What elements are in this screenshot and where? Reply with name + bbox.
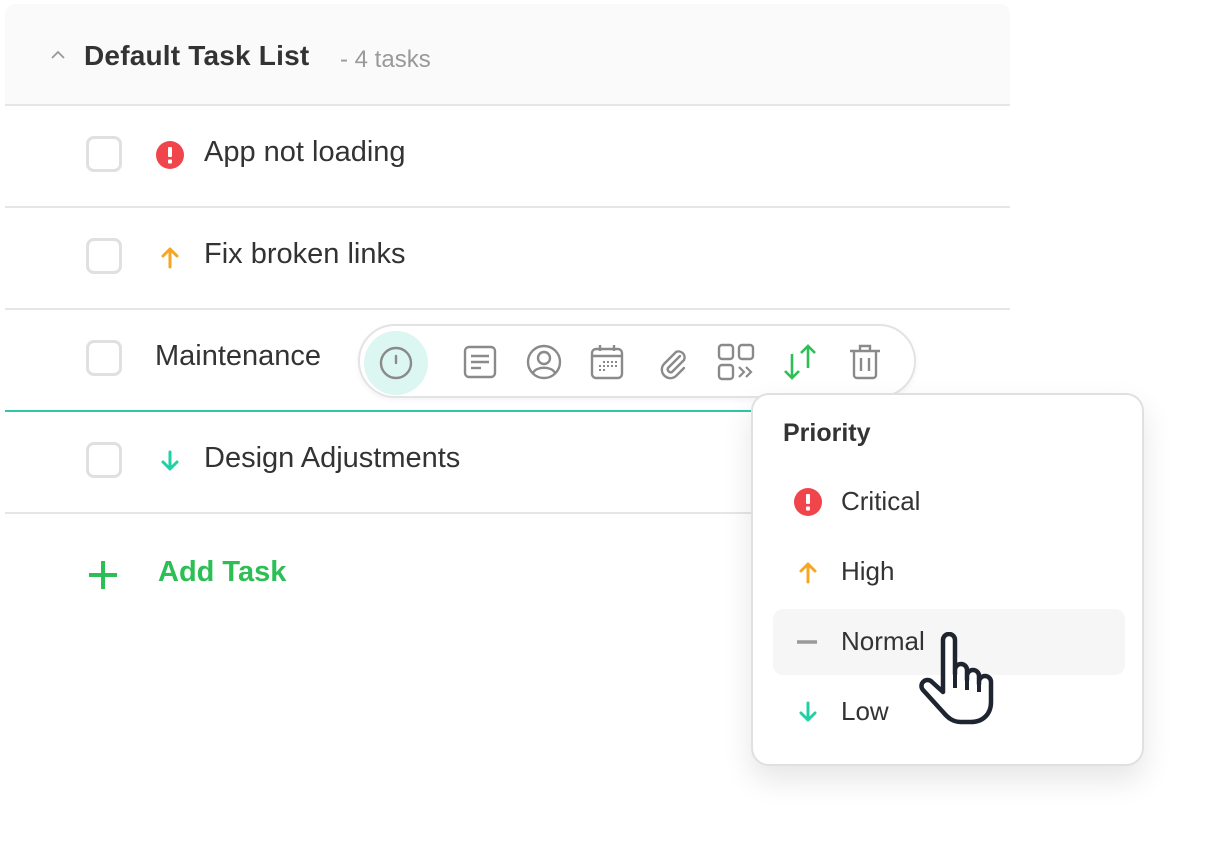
calendar-icon bbox=[590, 345, 624, 380]
delete-button[interactable] bbox=[837, 334, 893, 390]
document-lines-icon bbox=[463, 345, 497, 379]
add-task-button[interactable]: Add Task bbox=[158, 556, 286, 589]
priority-option-label: Normal bbox=[841, 626, 925, 656]
priority-option-label: Critical bbox=[841, 486, 921, 516]
task-checkbox[interactable] bbox=[86, 136, 122, 172]
sort-button[interactable] bbox=[772, 334, 828, 390]
task-checkbox[interactable] bbox=[86, 340, 122, 376]
plus-icon[interactable] bbox=[86, 558, 120, 592]
task-label[interactable]: App not loading bbox=[204, 136, 406, 169]
arrow-up-icon bbox=[161, 247, 179, 269]
assignee-button[interactable] bbox=[516, 334, 572, 390]
task-checkbox[interactable] bbox=[86, 442, 122, 478]
arrow-down-icon bbox=[799, 701, 817, 722]
task-row[interactable]: App not loading bbox=[5, 106, 1010, 208]
priority-clock-icon bbox=[379, 346, 413, 380]
trash-icon bbox=[850, 344, 880, 380]
hand-pointer-cursor-icon bbox=[919, 632, 994, 725]
task-label[interactable]: Fix broken links bbox=[204, 238, 405, 271]
task-action-toolbar bbox=[358, 324, 916, 398]
priority-button[interactable] bbox=[364, 331, 428, 395]
priority-option-critical[interactable]: Critical bbox=[773, 469, 1125, 535]
task-list-title: Default Task List bbox=[84, 40, 310, 71]
critical-alert-icon bbox=[156, 141, 184, 169]
due-date-button[interactable] bbox=[579, 334, 635, 390]
chevron-up-icon[interactable] bbox=[51, 48, 65, 62]
description-button[interactable] bbox=[452, 334, 508, 390]
priority-option-label: Low bbox=[841, 696, 889, 726]
task-checkbox[interactable] bbox=[86, 238, 122, 274]
task-list-header: Default Task List - 4 tasks bbox=[5, 4, 1010, 106]
priority-option-label: High bbox=[841, 556, 895, 586]
task-count: - 4 tasks bbox=[340, 46, 431, 73]
sort-arrows-icon bbox=[784, 344, 816, 380]
critical-alert-icon bbox=[794, 488, 822, 516]
dash-icon bbox=[797, 640, 817, 644]
paperclip-icon bbox=[660, 350, 686, 380]
arrow-up-icon bbox=[799, 562, 817, 584]
priority-option-high[interactable]: High bbox=[773, 539, 1125, 605]
grid-move-icon bbox=[717, 343, 755, 381]
priority-dropdown-title: Priority bbox=[783, 419, 871, 447]
task-label[interactable]: Maintenance bbox=[155, 340, 321, 373]
task-label[interactable]: Design Adjustments bbox=[204, 442, 460, 475]
attachment-button[interactable] bbox=[644, 334, 700, 390]
user-circle-icon bbox=[526, 344, 562, 380]
move-button[interactable] bbox=[708, 334, 764, 390]
task-row[interactable]: Fix broken links bbox=[5, 208, 1010, 310]
arrow-down-icon bbox=[161, 450, 179, 471]
